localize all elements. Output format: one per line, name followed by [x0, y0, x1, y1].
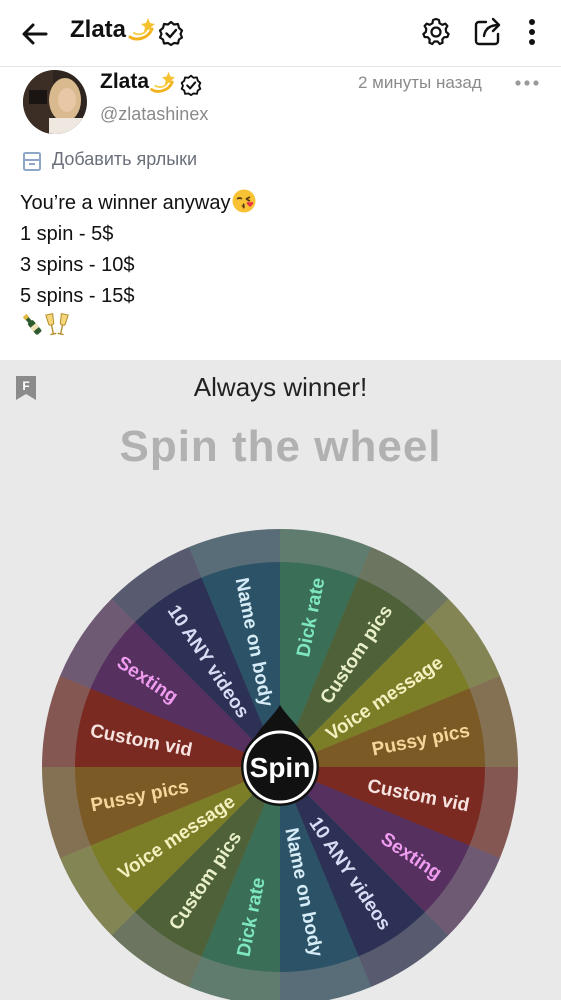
- verified-icon: [180, 74, 202, 96]
- spin-wheel[interactable]: Dick rateCustom picsVoice messagePussy p…: [0, 510, 561, 1000]
- label-icon: [23, 152, 41, 171]
- more-horizontal-icon[interactable]: [514, 76, 540, 90]
- champagne-emoji: [22, 313, 42, 335]
- post-line: 1 spin - 5$: [20, 223, 114, 245]
- post-line: 5 spins - 15$: [20, 285, 135, 307]
- author-handle[interactable]: @zlatashinex: [100, 104, 208, 125]
- image-subtitle: Always winner!: [193, 372, 368, 402]
- dizzy-star-emoji: [150, 71, 176, 93]
- add-labels-label: Добавить ярлыки: [52, 149, 198, 169]
- post-emoji-line: [20, 312, 540, 343]
- share-icon[interactable]: [472, 16, 504, 48]
- post-body: You’re a winner anyway 1 spin - 5$ 3 spi…: [20, 188, 540, 343]
- post-image[interactable]: F Always winner! Spin the wheel Dick rat…: [0, 360, 561, 1000]
- author-name[interactable]: Zlata: [100, 70, 149, 94]
- post-line: 3 spins - 10$: [20, 254, 135, 276]
- post-header: Zlata @zlatashinex 2 минуты назад: [0, 66, 561, 146]
- dizzy-star-emoji: [128, 18, 155, 41]
- spin-button-label: Spin: [250, 752, 311, 783]
- clinking-glasses-emoji: [45, 313, 69, 336]
- post-line-text: You’re a winner anyway: [20, 192, 231, 214]
- page-title: Zlata: [70, 16, 127, 43]
- gear-icon[interactable]: [420, 16, 452, 48]
- post-timestamp: 2 минуты назад: [358, 73, 482, 92]
- image-headline: Spin the wheel: [119, 422, 442, 471]
- app-bar: Zlata: [0, 0, 561, 67]
- kissing-face-emoji: [232, 189, 255, 213]
- back-arrow-icon[interactable]: [18, 17, 52, 51]
- avatar[interactable]: [23, 70, 87, 134]
- more-vertical-icon[interactable]: [520, 16, 544, 48]
- post-line: You’re a winner anyway: [20, 188, 540, 219]
- verified-icon: [158, 20, 184, 46]
